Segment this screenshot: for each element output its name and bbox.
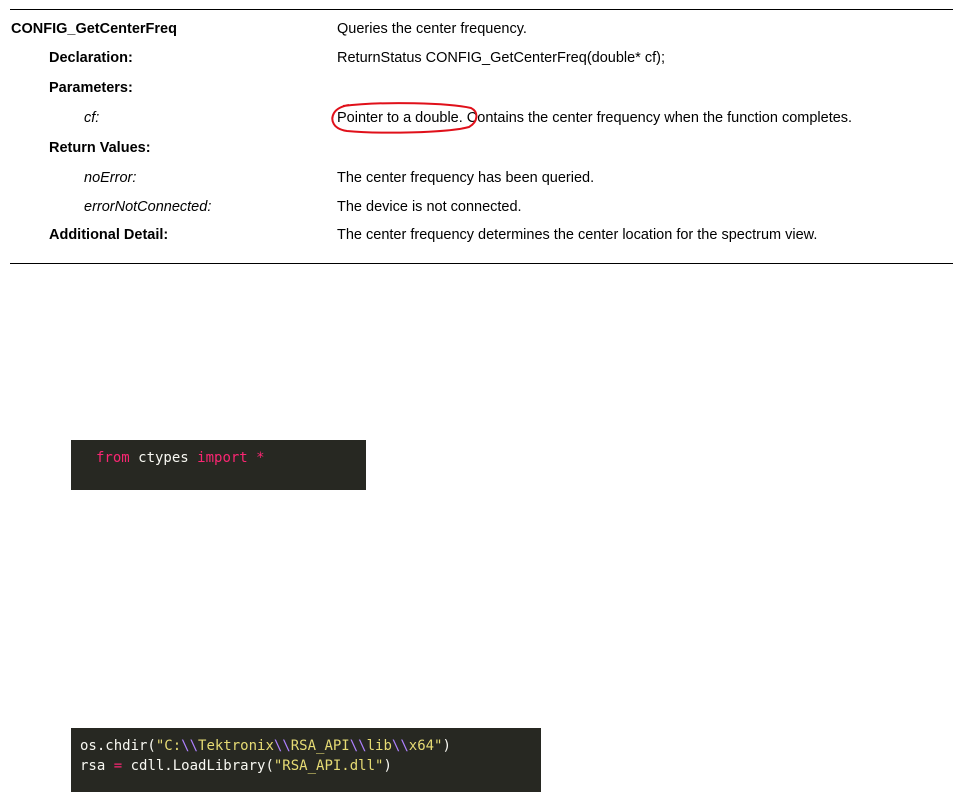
string-literal: lib	[366, 738, 392, 754]
function-spec-table: CONFIG_GetCenterFreq Queries the center …	[10, 9, 953, 264]
red-circle-annotation	[331, 102, 478, 134]
keyword: from	[96, 450, 130, 466]
function-name: CONFIG_GetCenterFreq	[11, 21, 177, 37]
return-values-label: Return Values:	[49, 140, 151, 156]
escape-sequence: \\	[273, 738, 291, 754]
string-literal: RSA_API	[290, 738, 350, 754]
variable-name: rsa	[80, 758, 114, 774]
spec-row-errornotconnected: errorNotConnected: The device is not con…	[10, 196, 953, 218]
escape-sequence: \\	[349, 738, 367, 754]
code-token: )	[442, 738, 451, 754]
spec-row-function: CONFIG_GetCenterFreq Queries the center …	[10, 18, 953, 40]
code-snippet-import: from ctypes import *	[71, 440, 366, 490]
declaration-text: ReturnStatus CONFIG_GetCenterFreq(double…	[337, 50, 665, 66]
import-star: *	[247, 450, 265, 466]
param-desc-rest: Contains the center frequency when the f…	[462, 110, 853, 126]
spec-row-return-values: Return Values:	[10, 137, 953, 159]
string-literal: x64"	[408, 738, 443, 754]
additional-detail-label: Additional Detail:	[49, 227, 169, 243]
return-value-desc: The center frequency has been queried.	[337, 170, 595, 186]
return-value-desc: The device is not connected.	[337, 199, 522, 215]
parameters-label: Parameters:	[49, 80, 133, 96]
param-name: cf:	[84, 110, 100, 126]
spec-row-additional-detail: Additional Detail: The center frequency …	[10, 224, 953, 246]
string-literal: Tektronix	[198, 738, 274, 754]
code-line: from ctypes import *	[96, 448, 366, 468]
return-value-name: noError:	[84, 170, 137, 186]
declaration-label: Declaration:	[49, 50, 133, 66]
operator: =	[113, 758, 123, 774]
annotated-text: Pointer to a double.	[331, 102, 478, 134]
spec-row-declaration: Declaration: ReturnStatus CONFIG_GetCent…	[10, 47, 953, 69]
return-value-name: errorNotConnected:	[84, 199, 212, 215]
code-line: os.chdir("C:\\Tektronix\\RSA_API\\lib\\x…	[80, 736, 541, 756]
param-description: Pointer to a double. Contains the center…	[331, 102, 853, 134]
code-token: )	[383, 758, 392, 774]
module-name: ctypes	[129, 450, 198, 466]
function-summary: Queries the center frequency.	[337, 21, 527, 37]
code-token: cdll.LoadLibrary(	[122, 758, 274, 774]
spec-row-param-cf: cf: Pointer to a double. Contains the ce…	[10, 102, 953, 134]
additional-detail-text: The center frequency determines the cent…	[337, 227, 818, 243]
string-literal: "RSA_API.dll"	[273, 758, 384, 774]
spec-row-parameters: Parameters:	[10, 77, 953, 99]
code-snippet-load-library: os.chdir("C:\\Tektronix\\RSA_API\\lib\\x…	[71, 728, 541, 792]
escape-sequence: \\	[391, 738, 409, 754]
spec-row-noerror: noError: The center frequency has been q…	[10, 167, 953, 189]
code-token: os.chdir(	[80, 738, 156, 754]
keyword: import	[197, 450, 248, 466]
escape-sequence: \\	[181, 738, 199, 754]
code-line: rsa = cdll.LoadLibrary("RSA_API.dll")	[80, 756, 541, 776]
string-literal: "C:	[155, 738, 182, 754]
